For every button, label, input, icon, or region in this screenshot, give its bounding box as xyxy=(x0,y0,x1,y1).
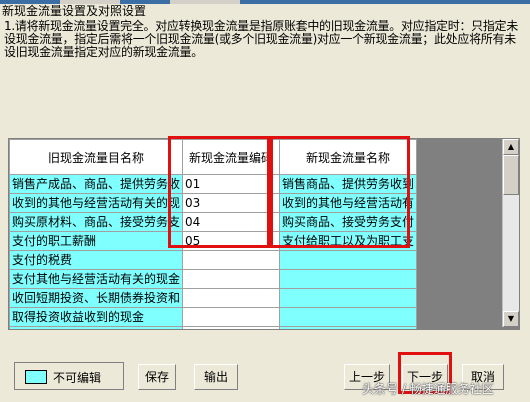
new-cashflow-name-cell: 销售商品、提供劳务收到 xyxy=(279,174,418,194)
vertical-scrollbar[interactable]: ▲ ▼ xyxy=(502,139,519,327)
new-cashflow-code-cell[interactable] xyxy=(182,307,281,327)
mapping-table: 旧现金流量目名称 新现金流量编码 新现金流量名称 销售产成品、商品、提供劳务收 0… xyxy=(9,139,418,329)
old-cashflow-name-cell: 购买原材料、商品、接受劳务支 xyxy=(9,212,184,232)
table-row[interactable]: 取得投资收益收到的现金 xyxy=(9,307,418,327)
save-button[interactable]: 保存 xyxy=(138,364,176,390)
col-header-new-code[interactable]: 新现金流量编码 xyxy=(182,139,281,175)
old-cashflow-name-cell: 支付的税费 xyxy=(9,250,184,270)
new-cashflow-name-cell xyxy=(279,288,418,308)
table-row[interactable]: 收到的其他与经营活动有关的现 03 收到的其他与经营活动有 xyxy=(9,193,418,213)
col-header-new-name[interactable]: 新现金流量名称 xyxy=(279,139,418,175)
table-row[interactable]: 支付的税费 xyxy=(9,250,418,270)
col-header-old-name[interactable]: 旧现金流量目名称 xyxy=(9,139,184,175)
scroll-thumb[interactable] xyxy=(503,155,519,195)
table-row[interactable]: 收回短期投资、长期债券投资和 xyxy=(9,288,418,308)
export-button[interactable]: 输出 xyxy=(194,364,238,390)
watermark: 头条号 / 畅捷通服务社区 xyxy=(362,382,494,396)
old-cashflow-name-cell: 支付其他与经营活动有关的现金 xyxy=(9,269,184,289)
new-cashflow-code-cell[interactable]: 01 xyxy=(182,174,281,194)
new-cashflow-name-cell xyxy=(279,269,418,289)
cashflow-mapping-grid[interactable]: 旧现金流量目名称 新现金流量编码 新现金流量名称 销售产成品、商品、提供劳务收 0… xyxy=(8,138,520,330)
scroll-up-icon[interactable]: ▲ xyxy=(503,139,519,155)
old-cashflow-name-cell: 收回短期投资、长期债券投资和 xyxy=(9,288,184,308)
instruction-text: 1.请将新现金流量设置完全。对应转换现金流量是指原账套中的旧现金流量。对应指定时… xyxy=(4,19,518,59)
table-row[interactable]: 支付其他与经营活动有关的现金 xyxy=(9,269,418,289)
new-cashflow-name-cell: 收到的其他与经营活动有 xyxy=(279,193,418,213)
legend-label: 不可编辑 xyxy=(53,371,102,385)
new-cashflow-name-cell xyxy=(279,307,418,327)
new-cashflow-code-cell[interactable] xyxy=(182,288,281,308)
old-cashflow-name-cell: 取得投资收益收到的现金 xyxy=(9,307,184,327)
old-cashflow-name-cell: 收到的其他与经营活动有关的现 xyxy=(9,193,184,213)
new-cashflow-name-cell xyxy=(279,250,418,270)
window-title: 新现金流量设置及对照设置 xyxy=(2,4,147,18)
new-cashflow-code-cell[interactable] xyxy=(182,326,281,329)
old-cashflow-name-cell: 处置固定资产、无形资产和其他 xyxy=(9,326,184,329)
table-row[interactable]: 处置固定资产、无形资产和其他 xyxy=(9,326,418,329)
new-cashflow-name-cell xyxy=(279,326,418,329)
new-cashflow-code-cell[interactable]: 04 xyxy=(182,212,281,232)
new-cashflow-code-cell[interactable] xyxy=(182,269,281,289)
scroll-down-icon[interactable]: ▼ xyxy=(503,311,519,327)
new-cashflow-name-cell: 购买商品、接受劳务支付 xyxy=(279,212,418,232)
new-cashflow-code-cell[interactable]: 05 xyxy=(182,231,281,251)
new-cashflow-code-cell[interactable]: 03 xyxy=(182,193,281,213)
old-cashflow-name-cell: 支付的职工薪酬 xyxy=(9,231,184,251)
readonly-swatch xyxy=(25,370,47,384)
table-row[interactable]: 购买原材料、商品、接受劳务支 04 购买商品、接受劳务支付 xyxy=(9,212,418,232)
old-cashflow-name-cell: 销售产成品、商品、提供劳务收 xyxy=(9,174,184,194)
legend-readonly: 不可编辑 xyxy=(14,362,124,390)
new-cashflow-name-cell: 支付给职工以及为职工支 xyxy=(279,231,418,251)
table-row[interactable]: 销售产成品、商品、提供劳务收 01 销售商品、提供劳务收到 xyxy=(9,174,418,194)
new-cashflow-code-cell[interactable] xyxy=(182,250,281,270)
table-row[interactable]: 支付的职工薪酬 05 支付给职工以及为职工支 xyxy=(9,231,418,251)
